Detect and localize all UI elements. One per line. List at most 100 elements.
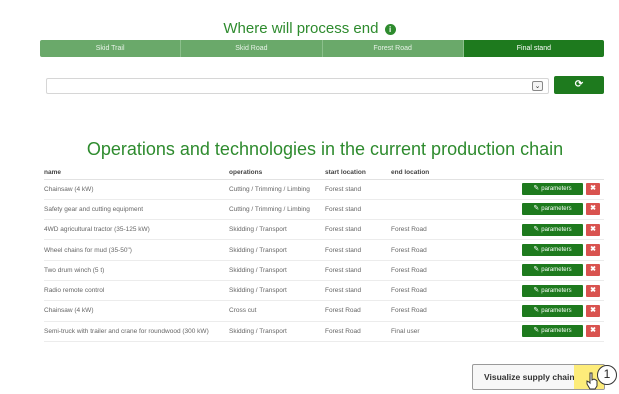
parameters-label: parameters [541, 328, 572, 335]
parameters-button[interactable]: ✎ parameters [522, 203, 583, 216]
parameters-button[interactable]: ✎ parameters [522, 223, 583, 236]
step-final-stand[interactable]: Final stand [463, 40, 604, 57]
delete-button[interactable]: ✖ [586, 325, 600, 338]
cell-name: Semi-truck with trailer and crane for ro… [44, 321, 229, 342]
pencil-icon: ✎ [533, 286, 540, 294]
process-steps: Skid Trail Skid Road Forest Road Final s… [40, 40, 604, 57]
column-header-name: name [44, 167, 229, 180]
cell-start-location: Forest Road [325, 321, 391, 342]
delete-button[interactable]: ✖ [586, 203, 600, 216]
cell-actions: ✎ parameters ✖ [492, 260, 604, 281]
cell-actions: ✎ parameters ✖ [492, 280, 604, 302]
parameters-button[interactable]: ✎ parameters [522, 325, 583, 338]
cell-operations: Skidding / Transport [229, 321, 325, 342]
pencil-icon: ✎ [533, 266, 540, 274]
cell-actions: ✎ parameters ✖ [492, 179, 604, 200]
hand-cursor-icon [586, 372, 598, 390]
cell-end-location [391, 199, 492, 221]
cell-start-location: Forest stand [325, 179, 391, 200]
step-badge: 1 [597, 365, 617, 385]
cell-operations: Skidding / Transport [229, 280, 325, 302]
delete-button[interactable]: ✖ [586, 304, 600, 317]
delete-button[interactable]: ✖ [586, 264, 600, 277]
parameters-button[interactable]: ✎ parameters [522, 304, 583, 317]
parameters-button[interactable]: ✎ parameters [522, 244, 583, 257]
cell-start-location: Forest stand [325, 199, 391, 221]
table-row: 4WD agricultural tractor (35-125 kW) Ski… [44, 219, 604, 241]
table-row: Safety gear and cutting equipment Cuttin… [44, 199, 604, 221]
cell-end-location: Forest Road [391, 239, 492, 261]
delete-button[interactable]: ✖ [586, 183, 600, 196]
cell-operations: Cross cut [229, 300, 325, 322]
cell-end-location [391, 179, 492, 200]
cell-operations: Skidding / Transport [229, 260, 325, 281]
column-header-end-location: end location [391, 167, 492, 180]
pencil-icon: ✎ [533, 246, 540, 254]
refresh-button[interactable]: ⟳ [554, 76, 604, 94]
parameters-label: parameters [541, 287, 572, 294]
section-heading: Operations and technologies in the curre… [86, 139, 564, 159]
cell-name: Radio remote control [44, 280, 229, 302]
column-header-start-location: start location [325, 167, 391, 180]
parameters-button[interactable]: ✎ parameters [522, 183, 583, 196]
cell-actions: ✎ parameters ✖ [492, 219, 604, 241]
chevron-down-icon[interactable]: ⌄ [532, 81, 543, 91]
pencil-icon: ✎ [533, 225, 540, 233]
table-row: Chainsaw (4 kW) Cutting / Trimming / Lim… [44, 179, 604, 200]
cell-operations: Cutting / Trimming / Limbing [229, 199, 325, 221]
operations-table: name operations start location end locat… [44, 167, 604, 342]
cell-end-location: Forest Road [391, 260, 492, 281]
pencil-icon: ✎ [533, 205, 540, 213]
cell-end-location: Final user [391, 321, 492, 342]
cell-end-location: Forest Road [391, 280, 492, 302]
parameters-button[interactable]: ✎ parameters [522, 264, 583, 277]
cell-operations: Skidding / Transport [229, 219, 325, 241]
cell-name: Safety gear and cutting equipment [44, 199, 229, 221]
table-row: Two drum winch (5 t) Skidding / Transpor… [44, 260, 604, 281]
column-header-operations: operations [229, 167, 325, 180]
visualize-label: Visualize supply chain [484, 372, 575, 382]
cell-end-location: Forest Road [391, 300, 492, 322]
pencil-icon: ✎ [533, 306, 540, 314]
table-row: Wheel chains for mud (35-50") Skidding /… [44, 239, 604, 261]
cell-start-location: Forest stand [325, 260, 391, 281]
page-title: Where will process end i [0, 20, 619, 37]
delete-button[interactable]: ✖ [586, 244, 600, 257]
cell-actions: ✎ parameters ✖ [492, 239, 604, 261]
table-row: Radio remote control Skidding / Transpor… [44, 280, 604, 302]
parameters-label: parameters [541, 206, 572, 213]
technology-select[interactable]: ⌄ [46, 78, 549, 94]
cell-actions: ✎ parameters ✖ [492, 321, 604, 342]
column-header-actions [492, 167, 604, 180]
cell-name: Chainsaw (4 kW) [44, 300, 229, 322]
step-skid-road[interactable]: Skid Road [181, 40, 323, 57]
cell-operations: Cutting / Trimming / Limbing [229, 179, 325, 200]
cell-name: Wheel chains for mud (35-50") [44, 239, 229, 261]
parameters-label: parameters [541, 226, 572, 233]
table-row: Semi-truck with trailer and crane for ro… [44, 321, 604, 342]
delete-button[interactable]: ✖ [586, 223, 600, 236]
delete-button[interactable]: ✖ [586, 284, 600, 297]
info-icon[interactable]: i [384, 24, 396, 35]
cell-name: Chainsaw (4 kW) [44, 179, 229, 200]
step-forest-road[interactable]: Forest Road [322, 40, 464, 57]
table-row: Chainsaw (4 kW) Cross cut Forest Road Fo… [44, 300, 604, 322]
cell-start-location: Forest Road [325, 300, 391, 322]
parameters-label: parameters [541, 247, 572, 254]
pencil-icon: ✎ [533, 327, 540, 335]
parameters-button[interactable]: ✎ parameters [522, 284, 583, 297]
pencil-icon: ✎ [533, 185, 540, 193]
cell-name: 4WD agricultural tractor (35-125 kW) [44, 219, 229, 241]
cell-end-location: Forest Road [391, 219, 492, 241]
cell-actions: ✎ parameters ✖ [492, 199, 604, 221]
parameters-label: parameters [541, 307, 572, 314]
cell-start-location: Forest stand [325, 280, 391, 302]
step-skid-trail[interactable]: Skid Trail [40, 40, 182, 57]
parameters-label: parameters [541, 186, 572, 193]
cell-actions: ✎ parameters ✖ [492, 300, 604, 322]
cell-name: Two drum winch (5 t) [44, 260, 229, 281]
cell-operations: Skidding / Transport [229, 239, 325, 261]
table-header-row: name operations start location end locat… [44, 167, 604, 180]
refresh-icon: ⟳ [574, 79, 584, 90]
parameters-label: parameters [541, 267, 572, 274]
